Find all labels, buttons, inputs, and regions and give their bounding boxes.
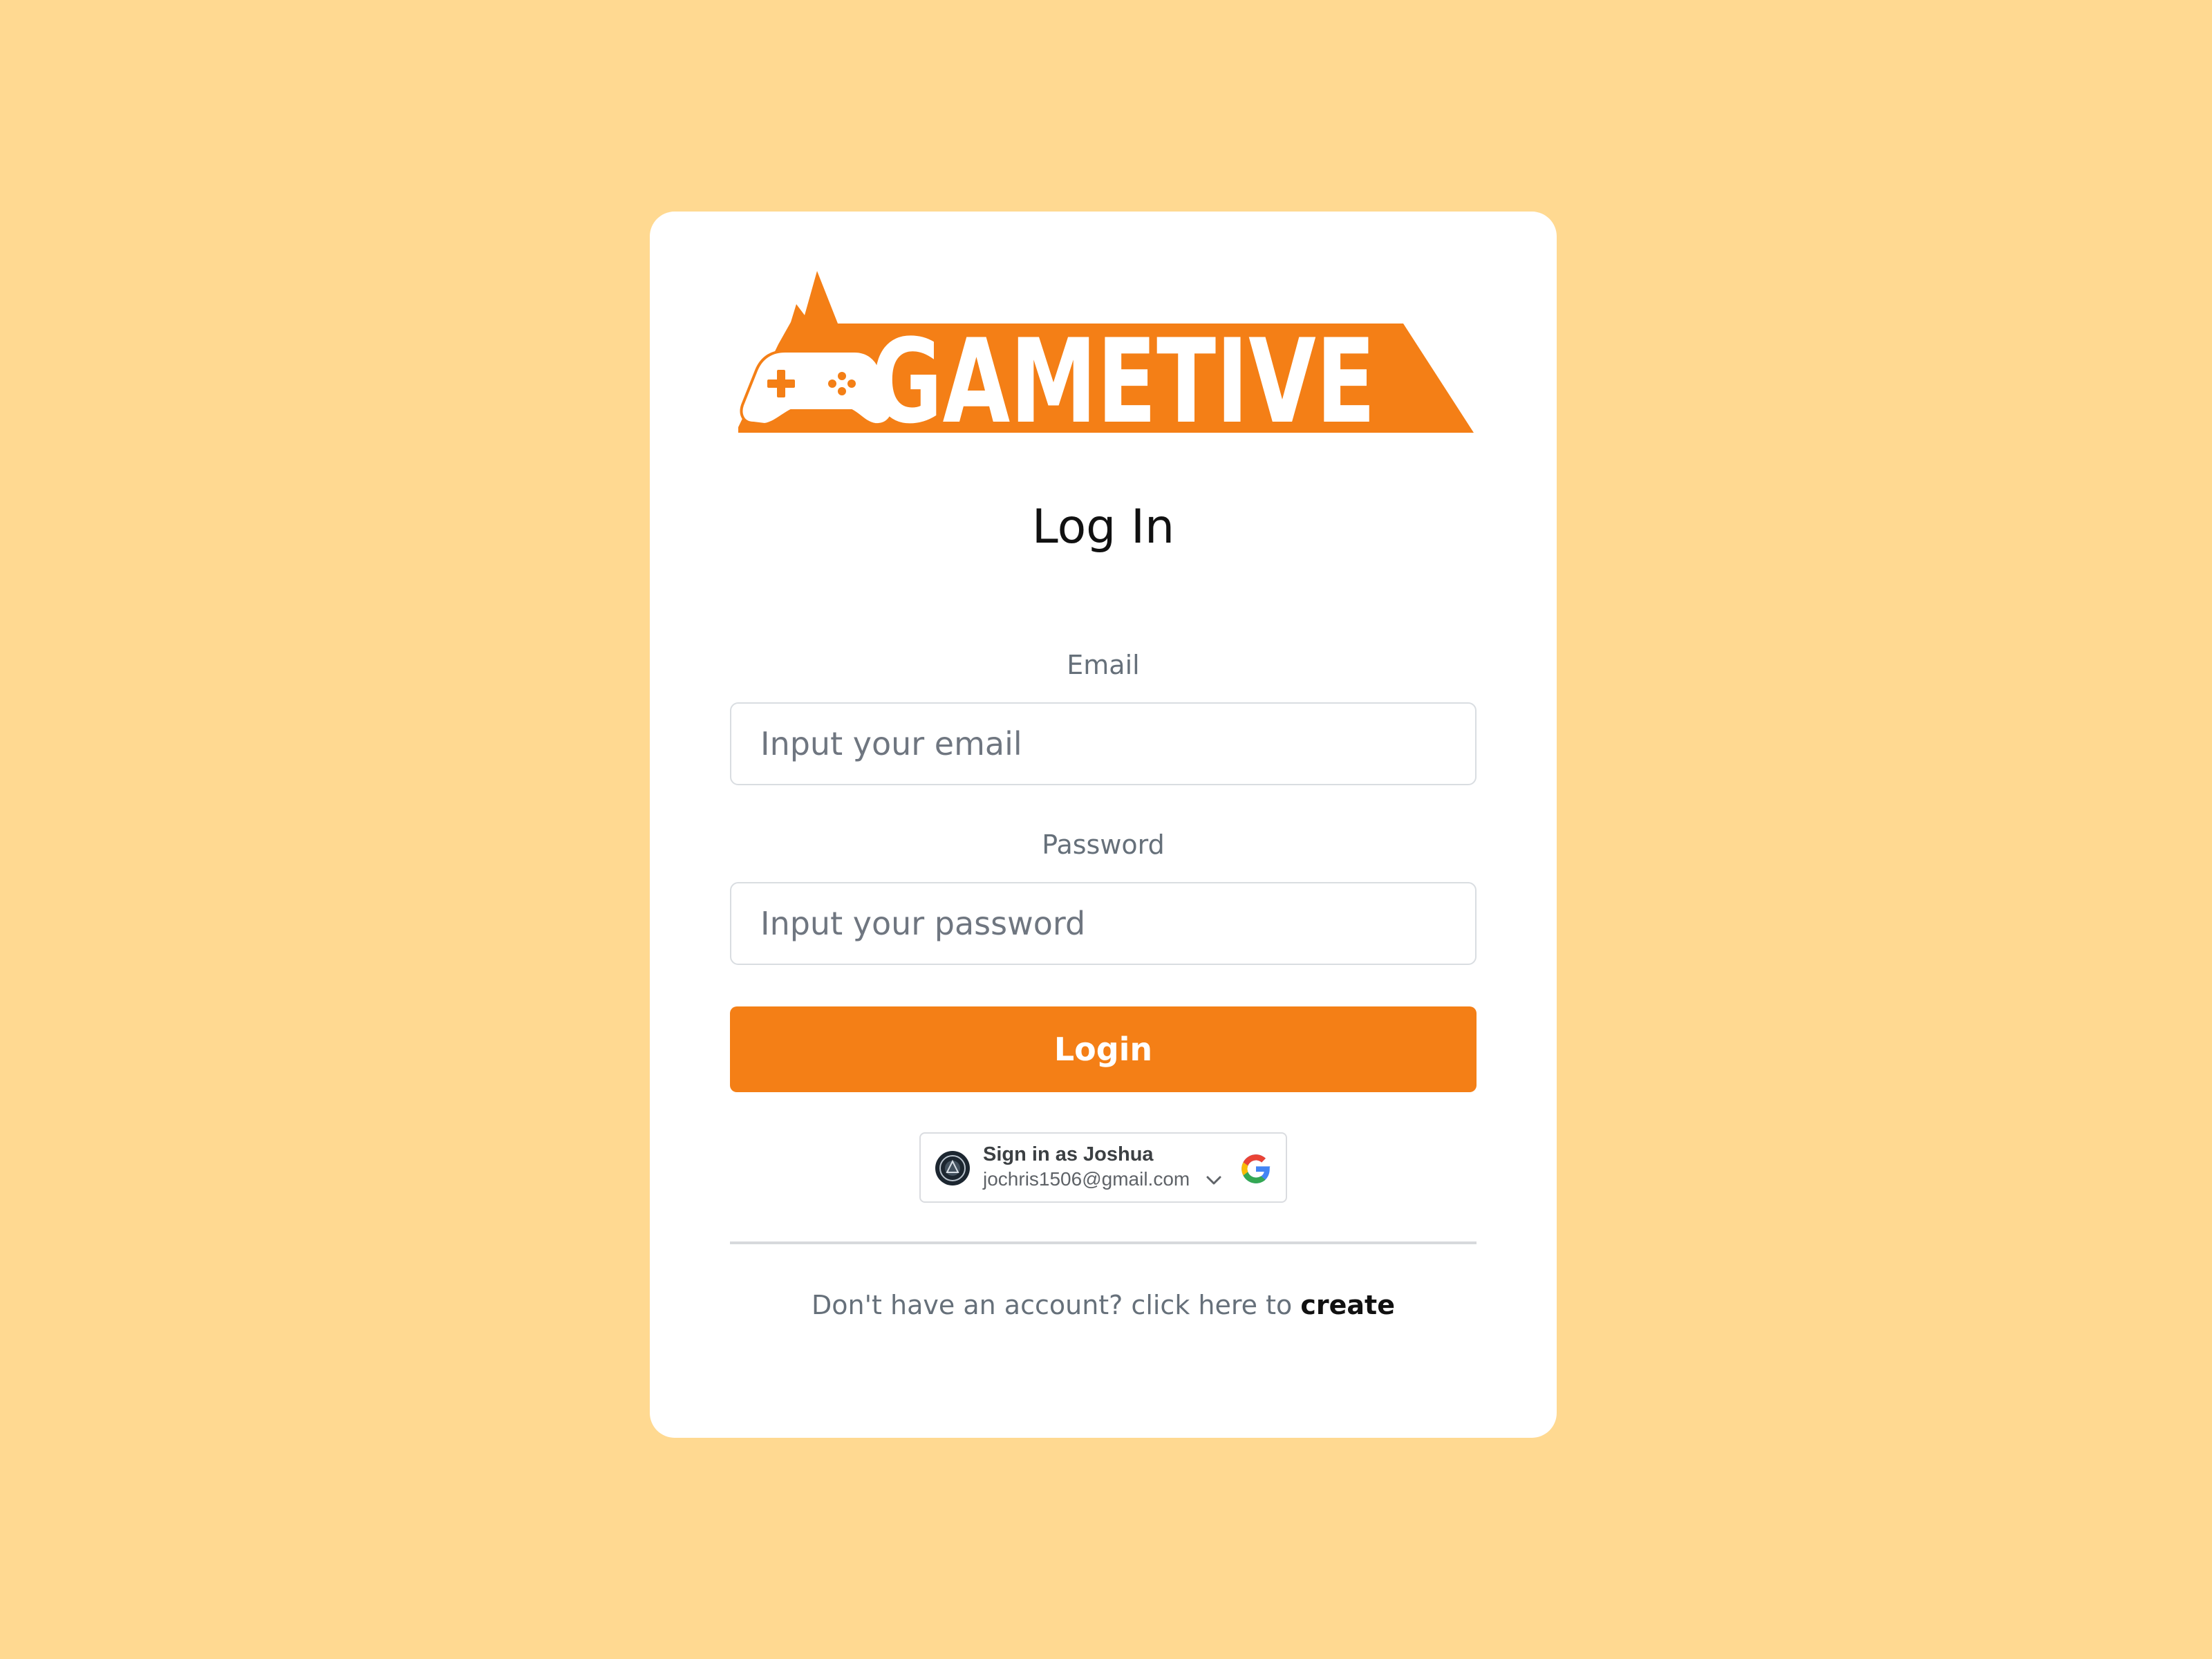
login-button[interactable]: Login — [730, 1006, 1477, 1092]
avatar-icon — [935, 1151, 970, 1185]
google-logo-icon — [1241, 1154, 1271, 1183]
password-field[interactable] — [730, 882, 1477, 965]
logo-text: GAMETIVE — [871, 314, 1376, 433]
page-title: Log In — [1031, 500, 1175, 554]
password-label: Password — [1042, 830, 1165, 860]
gametive-logo: GAMETIVE — [738, 271, 1474, 433]
email-label: Email — [1067, 650, 1140, 680]
google-account-name: Sign in as Joshua — [983, 1143, 1154, 1165]
create-account-link[interactable]: create — [1300, 1290, 1395, 1320]
signup-prompt-text: Don't have an account? click here to — [812, 1290, 1293, 1320]
chevron-down-icon[interactable] — [1206, 1175, 1222, 1186]
google-account-email: jochris1506@gmail.com — [983, 1168, 1190, 1190]
divider — [730, 1241, 1477, 1244]
google-signin-button[interactable]: Sign in as Joshua jochris1506@gmail.com — [919, 1132, 1287, 1203]
email-field[interactable] — [730, 702, 1477, 785]
signup-prompt: Don't have an account? click here to cre… — [650, 1290, 1557, 1322]
